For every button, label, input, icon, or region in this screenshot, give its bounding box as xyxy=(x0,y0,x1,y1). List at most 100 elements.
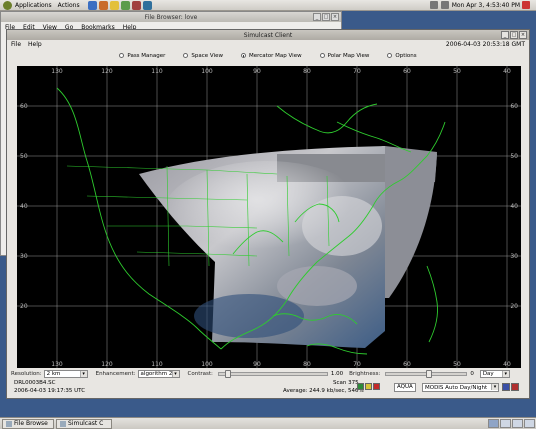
latitude-label: 40 xyxy=(20,203,28,210)
latitude-label: 20 xyxy=(510,303,518,310)
view-options[interactable]: Options xyxy=(387,53,417,59)
map-canvas[interactable]: 130 120 110 100 90 80 70 60 50 40 130 120 110 100 90 8… xyxy=(17,66,521,368)
applications-menu[interactable]: Applications xyxy=(15,2,52,9)
radio-icon[interactable] xyxy=(119,53,125,58)
maximize-icon[interactable]: □ xyxy=(322,13,330,21)
longitude-label: 100 xyxy=(201,361,213,368)
launchers xyxy=(87,0,154,10)
task-file-browser[interactable]: File Browse xyxy=(2,418,54,429)
contrast-label: Contrast: xyxy=(187,371,213,377)
latitude-label: 50 xyxy=(510,153,518,160)
day-night-dropdown[interactable]: Day ▾ xyxy=(479,370,510,378)
longitude-label: 60 xyxy=(403,68,411,75)
minimize-icon[interactable]: _ xyxy=(313,13,321,21)
data-file-name: DRL0003B4.SC xyxy=(14,380,56,386)
task-simulcast[interactable]: Simulcast C xyxy=(56,418,112,429)
maximize-icon[interactable]: □ xyxy=(510,31,518,39)
browser-launcher-icon[interactable] xyxy=(87,0,97,10)
longitude-label: 130 xyxy=(51,68,63,75)
enhancement-label: Enhancement: xyxy=(95,371,136,377)
resolution-dropdown[interactable]: 2 km ▾ xyxy=(43,370,88,378)
gnome-foot-icon[interactable] xyxy=(3,0,12,10)
longitude-label: 110 xyxy=(151,361,163,368)
gmt-timestamp: 2006-04-03 20:53:18 GMT xyxy=(445,41,525,48)
brightness-label: Brightness: xyxy=(349,371,381,377)
view-space-view[interactable]: Space View xyxy=(183,53,223,59)
longitude-label: 50 xyxy=(453,68,461,75)
notes-launcher-icon[interactable] xyxy=(109,0,119,10)
view-polar-map[interactable]: Polar Map View xyxy=(319,53,369,59)
stop-icon[interactable] xyxy=(373,383,380,390)
image-controls: Resolution: 2 km ▾ Enhancement: algorith… xyxy=(11,369,527,379)
menu-file[interactable]: File xyxy=(11,41,21,48)
workspace-2[interactable] xyxy=(500,419,511,428)
radio-icon[interactable] xyxy=(319,53,325,58)
status-area: DRL0003B4.SC 2006-04-03 19:17:35 UTC Sca… xyxy=(11,380,527,397)
workspace-1[interactable] xyxy=(488,419,499,428)
longitude-label: 60 xyxy=(403,361,411,368)
longitude-label: 70 xyxy=(353,361,361,368)
mail-launcher-icon[interactable] xyxy=(98,0,108,10)
chevron-down-icon[interactable]: ▾ xyxy=(501,371,509,377)
longitude-label: 90 xyxy=(253,68,261,75)
chevron-down-icon[interactable]: ▾ xyxy=(171,371,179,377)
longitude-label: 130 xyxy=(51,361,63,368)
latitude-labels-left: 60 50 40 30 20 xyxy=(20,103,28,310)
mercator-map[interactable]: 130 120 110 100 90 80 70 60 50 40 130 120 110 100 90 8… xyxy=(17,66,521,368)
window-icon xyxy=(60,420,66,427)
longitude-label: 70 xyxy=(353,68,361,75)
radio-selected-icon[interactable] xyxy=(240,53,246,58)
simulcast-menubar: File Help 2006-04-03 20:53:18 GMT xyxy=(7,40,529,49)
simulcast-titlebar[interactable]: Simulcast Client _ □ × xyxy=(7,30,529,40)
resolution-label: Resolution: xyxy=(11,371,42,377)
clock[interactable]: Mon Apr 3, 4:53:40 PM xyxy=(452,2,520,9)
workspace-4[interactable] xyxy=(524,419,535,428)
close-icon[interactable]: × xyxy=(519,31,527,39)
product-dropdown[interactable]: MODIS Auto Day/Night ▾ xyxy=(422,383,499,392)
volume-icon[interactable] xyxy=(429,1,438,9)
menu-help[interactable]: Help xyxy=(28,41,42,48)
network-icon[interactable] xyxy=(440,1,449,9)
longitude-label: 80 xyxy=(303,68,311,75)
radio-icon[interactable] xyxy=(387,53,393,58)
office-launcher-icon[interactable] xyxy=(120,0,130,10)
chevron-down-icon[interactable]: ▾ xyxy=(79,371,87,377)
chevron-down-icon[interactable]: ▾ xyxy=(491,384,498,390)
minimize-icon[interactable]: _ xyxy=(501,31,509,39)
view-selector: Pass Manager Space View Mercator Map Vie… xyxy=(7,49,529,62)
latitude-label: 30 xyxy=(510,253,518,260)
workspace-3[interactable] xyxy=(512,419,523,428)
brightness-value: 0 xyxy=(470,371,474,377)
pencil-icon[interactable] xyxy=(502,383,510,391)
logout-icon[interactable] xyxy=(522,1,530,9)
file-browser-title: File Browser: love xyxy=(144,13,198,21)
contrast-slider[interactable] xyxy=(217,370,328,378)
radio-icon[interactable] xyxy=(183,53,189,58)
contrast-value: 1.00 xyxy=(330,371,344,377)
actions-menu[interactable]: Actions xyxy=(58,2,80,9)
longitude-label: 40 xyxy=(503,68,511,75)
longitude-label: 120 xyxy=(101,361,113,368)
enhancement-dropdown[interactable]: algorithm 2 ▾ xyxy=(137,370,180,378)
latitude-label: 60 xyxy=(20,103,28,110)
playback-buttons xyxy=(357,383,381,390)
file-browser-titlebar[interactable]: File Browser: love _ □ × xyxy=(1,12,341,22)
view-pass-manager[interactable]: Pass Manager xyxy=(119,53,165,59)
contrast-slider-thumb[interactable] xyxy=(224,370,231,378)
longitude-label: 110 xyxy=(151,68,163,75)
close-icon[interactable]: × xyxy=(331,13,339,21)
longitude-label: 40 xyxy=(503,361,511,368)
rotate-icon[interactable] xyxy=(511,383,519,391)
terminal-launcher-icon[interactable] xyxy=(142,0,152,10)
longitude-labels-top: 130 120 110 100 90 80 70 60 50 40 xyxy=(51,68,511,75)
pause-icon[interactable] xyxy=(365,383,372,390)
longitude-label: 100 xyxy=(201,68,213,75)
scan-count: Scan 375 xyxy=(333,380,359,386)
brightness-slider[interactable] xyxy=(385,370,468,378)
brightness-slider-thumb[interactable] xyxy=(426,370,433,378)
view-mercator-map[interactable]: Mercator Map View xyxy=(240,53,302,59)
latitude-label: 40 xyxy=(510,203,518,210)
latitude-label: 20 xyxy=(20,303,28,310)
play-icon[interactable] xyxy=(357,383,364,390)
presentation-launcher-icon[interactable] xyxy=(131,0,141,10)
